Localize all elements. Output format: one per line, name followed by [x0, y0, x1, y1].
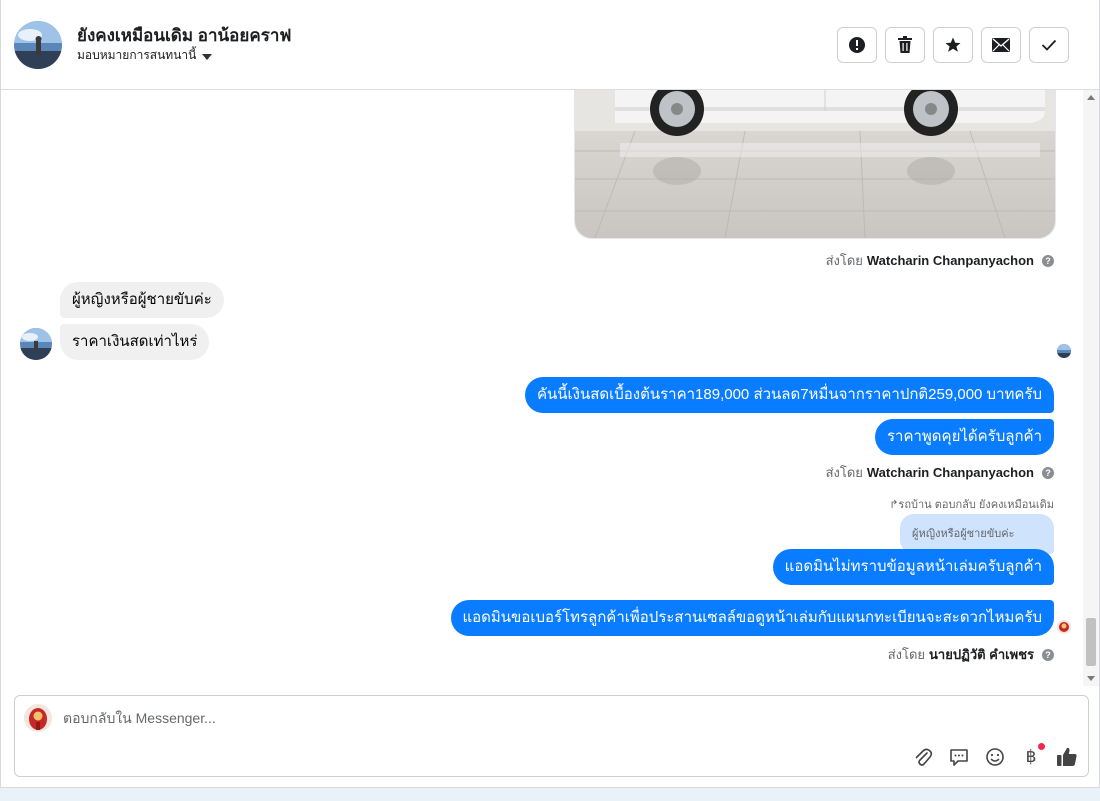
scroll-down-arrow-icon[interactable] — [1087, 676, 1095, 681]
mark-unread-button[interactable] — [981, 27, 1021, 63]
delete-button[interactable] — [885, 27, 925, 63]
outgoing-message[interactable]: แอดมินไม่ทราบข้อมูลหน้าเล่มครับลูกค้า — [772, 549, 1054, 585]
composer-tools: ฿ — [912, 743, 1078, 768]
star-icon — [945, 37, 961, 52]
reply-meta-text: รถบ้าน ตอบกลับ ยังคงเหมือนเดิม — [898, 499, 1054, 511]
star-button[interactable] — [933, 27, 973, 63]
emoji-icon[interactable] — [984, 746, 1006, 768]
quoted-message[interactable]: ผู้หญิงหรือผู้ชายขับค่ะ — [900, 514, 1054, 554]
paperclip-icon[interactable] — [912, 746, 934, 768]
assign-label: มอบหมายการสนทนานี้ — [77, 48, 197, 62]
scroll-up-arrow-icon[interactable] — [1087, 95, 1095, 100]
assign-conversation-dropdown[interactable]: มอบหมายการสนทนานี้ — [77, 46, 213, 65]
sender-name[interactable]: Watcharin Chanpanyachon — [867, 465, 1034, 480]
read-receipt-avatar — [1057, 344, 1071, 358]
mark-done-button[interactable] — [1029, 27, 1069, 63]
read-receipt-avatar — [1057, 620, 1071, 634]
scrollbar-thumb[interactable] — [1086, 618, 1096, 666]
incoming-message[interactable]: ราคาเงินสดเท่าไหร่ — [60, 324, 210, 360]
help-icon[interactable]: ? — [1042, 648, 1054, 661]
contact-avatar[interactable] — [14, 21, 62, 69]
incoming-message[interactable]: ผู้หญิงหรือผู้ชายขับค่ะ — [60, 282, 224, 318]
thumbs-up-icon[interactable] — [1056, 746, 1078, 768]
contact-avatar-small[interactable] — [20, 328, 52, 360]
sent-by-label: ส่งโดย Watcharin Chanpanyachon ? — [826, 250, 1054, 271]
reply-meta: ↱รถบ้าน ตอบกลับ ยังคงเหมือนเดิม — [889, 495, 1054, 513]
sent-by-label: ส่งโดย Watcharin Chanpanyachon ? — [826, 462, 1054, 483]
check-icon — [1041, 39, 1057, 51]
reply-composer: ฿ — [14, 695, 1089, 777]
caret-down-icon — [202, 53, 213, 60]
sent-by-prefix: ส่งโดย — [887, 647, 926, 662]
contact-name[interactable]: ยังคงเหมือนเดิม อาน้อยคราฟ — [77, 22, 291, 49]
thread-scrollbar[interactable] — [1083, 90, 1099, 686]
notification-dot — [1038, 743, 1045, 750]
baht-payment-icon[interactable]: ฿ — [1020, 743, 1045, 768]
sender-name[interactable]: นายปฏิวัติ คำเพชร — [929, 644, 1034, 665]
trash-icon — [898, 36, 912, 53]
outgoing-message[interactable]: แอดมินขอเบอร์โทรลูกค้าเพื่อประสานเซลล์ขอ… — [450, 600, 1054, 636]
sent-by-prefix: ส่งโดย — [825, 465, 863, 480]
reply-input[interactable] — [63, 710, 863, 726]
car-photo-attachment[interactable] — [574, 90, 1056, 239]
message-thread[interactable]: ส่งโดย Watcharin Chanpanyachon ? ผู้หญิง… — [1, 90, 1099, 686]
sent-by-prefix: ส่งโดย — [825, 253, 863, 268]
baht-symbol: ฿ — [1025, 747, 1037, 766]
outgoing-message[interactable]: คันนี้เงินสดเบื้องต้นราคา189,000 ส่วนลด7… — [525, 377, 1054, 413]
conversation-header: ยังคงเหมือนเดิม อาน้อยคราฟ มอบหมายการสนท… — [1, 0, 1099, 90]
outgoing-message[interactable]: ราคาพูดคุยได้ครับลูกค้า — [874, 419, 1054, 455]
sent-by-label: ส่งโดย นายปฏิวัติ คำเพชร ? — [888, 644, 1054, 665]
inbox-conversation-panel: ยังคงเหมือนเดิม อาน้อยคราฟ มอบหมายการสนท… — [0, 0, 1100, 788]
report-button[interactable] — [837, 27, 877, 63]
envelope-icon — [992, 38, 1010, 52]
help-icon[interactable]: ? — [1042, 466, 1054, 479]
saved-replies-icon[interactable] — [948, 746, 970, 768]
alert-circle-icon — [849, 37, 865, 53]
page-avatar — [24, 704, 52, 732]
header-actions — [837, 27, 1069, 63]
help-icon[interactable]: ? — [1042, 254, 1054, 267]
sender-name[interactable]: Watcharin Chanpanyachon — [867, 253, 1034, 268]
